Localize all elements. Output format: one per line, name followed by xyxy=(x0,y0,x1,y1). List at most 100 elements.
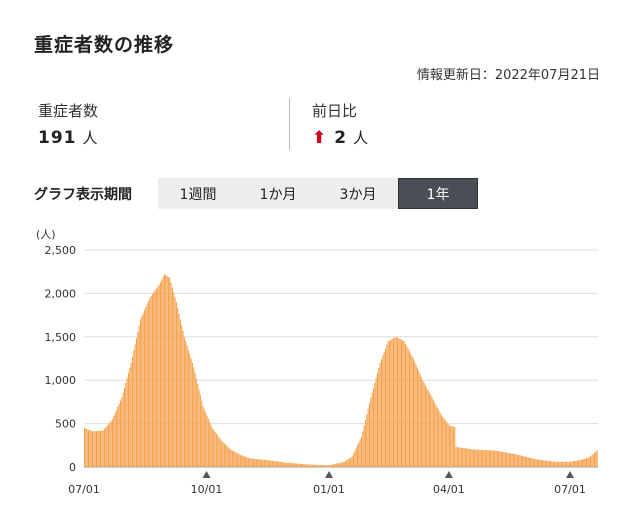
bar xyxy=(190,358,192,467)
bar xyxy=(440,414,442,467)
bar xyxy=(596,450,598,467)
bar xyxy=(119,400,122,467)
bar xyxy=(247,457,249,467)
period-tabs: 1週間 1か月 3か月 1年 xyxy=(158,178,478,209)
bar xyxy=(496,450,498,467)
bar xyxy=(331,464,333,467)
bar xyxy=(508,453,510,467)
bar xyxy=(350,457,352,467)
tab-3-months[interactable]: 3か月 xyxy=(318,178,398,209)
bar xyxy=(122,392,124,467)
bar xyxy=(560,461,562,467)
bar xyxy=(141,316,143,467)
tab-1-year[interactable]: 1年 xyxy=(398,178,478,209)
bar xyxy=(443,418,445,467)
bar xyxy=(452,426,454,467)
bar xyxy=(271,460,273,467)
bar xyxy=(334,463,336,467)
bar xyxy=(483,450,485,467)
bar xyxy=(471,449,473,467)
bar xyxy=(313,464,315,467)
bar xyxy=(98,430,100,467)
bar xyxy=(575,460,577,467)
bar xyxy=(472,449,474,467)
bar xyxy=(319,464,321,467)
bar xyxy=(130,362,132,467)
bar xyxy=(298,463,300,467)
bar xyxy=(454,427,456,467)
y-tick-label: 0 xyxy=(69,461,76,474)
bar xyxy=(259,459,261,467)
bar xyxy=(301,463,303,467)
bar xyxy=(464,448,466,467)
bar xyxy=(386,344,388,467)
bar xyxy=(279,461,281,467)
bar xyxy=(507,452,509,467)
bar xyxy=(133,350,135,467)
bar xyxy=(435,405,437,467)
bar xyxy=(595,451,597,467)
bar xyxy=(310,464,312,467)
bar xyxy=(352,453,355,467)
bar xyxy=(114,413,116,467)
bar xyxy=(544,460,546,467)
bar xyxy=(546,460,548,467)
bar xyxy=(126,377,128,467)
bar xyxy=(498,451,500,467)
bar xyxy=(479,449,481,467)
bar xyxy=(143,310,145,467)
bar xyxy=(125,382,127,467)
bar xyxy=(179,319,181,467)
bar xyxy=(261,459,263,467)
bar xyxy=(225,444,227,467)
bar xyxy=(412,358,414,467)
bar xyxy=(106,425,108,467)
day-diff-label: 前日比 xyxy=(312,102,358,120)
x-tick-marker xyxy=(202,471,211,478)
bar xyxy=(87,429,90,467)
stat-divider xyxy=(289,98,290,150)
bar xyxy=(480,449,482,467)
bar xyxy=(234,451,236,467)
bar xyxy=(149,297,151,467)
severe-cases-chart: (人) 05001,0001,5002,0002,500 07/01 10/01 0… xyxy=(36,228,598,496)
bar xyxy=(113,416,115,467)
bar xyxy=(95,431,98,467)
bar xyxy=(348,458,351,467)
bar xyxy=(363,425,365,467)
bar xyxy=(523,456,525,467)
bar xyxy=(460,447,462,467)
bar xyxy=(145,307,147,467)
bar xyxy=(198,389,200,467)
bar xyxy=(223,443,225,467)
bar xyxy=(552,461,554,467)
bar xyxy=(526,456,528,467)
bar xyxy=(227,447,229,467)
bar xyxy=(344,460,347,467)
bar xyxy=(359,439,361,467)
bar xyxy=(290,463,292,467)
bar xyxy=(337,463,339,467)
bar xyxy=(341,462,343,467)
bar xyxy=(387,341,389,467)
tab-1-week[interactable]: 1週間 xyxy=(158,178,238,209)
bar xyxy=(191,362,193,467)
period-label: グラフ表示期間 xyxy=(34,187,132,203)
x-tick-label: 01/01 xyxy=(313,483,345,496)
bar xyxy=(269,460,271,467)
bar xyxy=(586,458,588,467)
y-tick-label: 1,000 xyxy=(45,374,77,387)
bar xyxy=(550,461,552,467)
bar xyxy=(215,433,217,467)
bar xyxy=(548,460,550,467)
tab-1-month[interactable]: 1か月 xyxy=(238,178,318,209)
bar xyxy=(571,461,573,467)
bar xyxy=(305,464,307,467)
bar xyxy=(257,459,259,467)
bar xyxy=(356,445,359,467)
bar xyxy=(291,463,293,467)
bar xyxy=(423,382,425,467)
bar xyxy=(102,430,104,467)
bar xyxy=(155,288,157,467)
bar xyxy=(105,427,107,467)
